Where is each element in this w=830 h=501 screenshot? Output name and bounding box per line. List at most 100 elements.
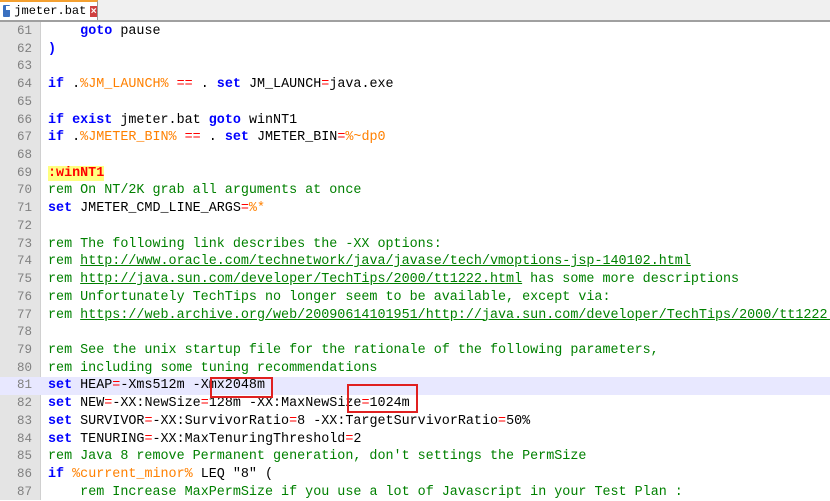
code-line[interactable]: 76 rem Unfortunately TechTips no longer s… <box>0 289 830 307</box>
line-number: 68 <box>16 148 32 163</box>
line-number: 85 <box>16 449 32 464</box>
line-code: rem The following link describes the -XX… <box>48 236 442 254</box>
code-token: winNT1 <box>240 112 298 128</box>
line-number: 66 <box>16 112 32 127</box>
code-line[interactable]: 64 if .%JM_LAUNCH% == . set JM_LAUNCH=jav… <box>0 76 830 94</box>
code-line[interactable]: 83 set SURVIVOR=-XX:SurvivorRatio=8 -XX:T… <box>0 413 830 431</box>
line-code: if .%JM_LAUNCH% == . set JM_LAUNCH=java.… <box>48 76 394 94</box>
code-token: set <box>48 413 73 429</box>
close-icon[interactable]: × <box>90 5 97 17</box>
code-line[interactable]: 63 <box>0 58 830 76</box>
code-line[interactable]: 74 rem http://www.oracle.com/technetwork/… <box>0 253 830 271</box>
code-token: = <box>200 396 209 412</box>
code-token: goto <box>208 112 241 128</box>
code-token: rem Increase MaxPermSize if you use a lo… <box>80 484 683 500</box>
line-number: 82 <box>16 396 32 411</box>
line-code: rem http://java.sun.com/developer/TechTi… <box>48 271 739 289</box>
url-link[interactable]: http://java.sun.com/developer/TechTips/2… <box>80 272 522 287</box>
line-code: goto pause <box>48 23 161 41</box>
code-token: -XX:MaxTenuringThreshold <box>152 431 346 447</box>
code-token: has some more descriptions <box>522 272 740 288</box>
line-number: 84 <box>16 431 32 446</box>
code-token: rem See the unix startup file for the ra… <box>48 342 659 358</box>
code-line[interactable]: 86 if %current_minor% LEQ "8" ( <box>0 466 830 484</box>
code-token: goto <box>80 24 113 39</box>
code-line[interactable]: 72 <box>0 218 830 236</box>
line-code: rem including some tuning recommendation… <box>48 360 377 378</box>
line-number: 71 <box>16 201 32 216</box>
code-line[interactable]: 70 rem On NT/2K grab all arguments at onc… <box>0 182 830 200</box>
code-line[interactable]: 84 set TENURING=-XX:MaxTenuringThreshold=… <box>0 431 830 449</box>
code-line[interactable]: 75 rem http://java.sun.com/developer/Tech… <box>0 271 830 289</box>
line-number: 81 <box>16 378 32 393</box>
line-code: rem Unfortunately TechTips no longer see… <box>48 289 611 307</box>
code-token: ) <box>48 41 57 57</box>
code-line[interactable]: 66 if exist jmeter.bat goto winNT1 <box>0 112 830 130</box>
code-token: if <box>48 466 65 482</box>
code-line[interactable]: 68 <box>0 147 830 165</box>
line-code: set JMETER_CMD_LINE_ARGS=%* <box>48 200 265 218</box>
code-token: if <box>48 77 65 93</box>
line-number: 69 <box>16 165 32 180</box>
line-number: 73 <box>16 236 32 251</box>
code-line[interactable]: 87 rem Increase MaxPermSize if you use a… <box>0 484 830 501</box>
code-editor[interactable]: 61 goto pause 62) 63 64 if .%JM_LAUNCH% == .… <box>0 23 830 501</box>
code-line[interactable]: 73 rem The following link describes the -… <box>0 236 830 254</box>
code-line[interactable]: 69 :winNT1 <box>0 165 830 183</box>
line-code: if .%JMETER_BIN% == . set JMETER_BIN=%~d… <box>48 129 386 147</box>
tab-label: jmeter.bat <box>14 4 87 18</box>
line-code: rem On NT/2K grab all arguments at once <box>48 182 361 200</box>
line-number: 76 <box>16 289 32 304</box>
code-token: %current_minor% <box>72 466 193 482</box>
code-token: pause <box>112 24 161 39</box>
line-code: rem Increase MaxPermSize if you use a lo… <box>48 484 683 501</box>
code-line[interactable]: 61 goto pause <box>0 23 830 41</box>
code-token: set <box>48 378 73 394</box>
line-code: set SURVIVOR=-XX:SurvivorRatio=8 -XX:Tar… <box>48 413 530 431</box>
line-code: rem http://www.oracle.com/technetwork/ja… <box>48 253 691 271</box>
code-token: %JMETER_BIN% <box>80 130 177 146</box>
line-code: if %current_minor% LEQ "8" ( <box>48 466 273 484</box>
code-token: java.exe <box>329 77 394 93</box>
line-number: 62 <box>16 41 32 56</box>
code-token: 50% <box>506 413 531 429</box>
code-token: rem Unfortunately TechTips no longer see… <box>48 289 611 305</box>
url-link[interactable]: https://web.archive.org/web/200906141019… <box>80 308 830 323</box>
code-line[interactable]: 67 if .%JMETER_BIN% == . set JMETER_BIN=%… <box>0 129 830 147</box>
line-number: 80 <box>16 360 32 375</box>
code-line[interactable]: 65 <box>0 94 830 112</box>
code-token: -XX:SurvivorRatio <box>152 413 290 429</box>
code-token: rem including some tuning recommendation… <box>48 360 378 376</box>
line-number: 77 <box>16 307 32 322</box>
line-code: :winNT1 <box>48 165 105 183</box>
code-token: jmeter.bat <box>112 112 209 128</box>
code-token: = <box>498 413 507 429</box>
tab-jmeter-bat[interactable]: jmeter.bat × <box>0 0 98 20</box>
line-number: 72 <box>16 218 32 233</box>
code-token: set <box>216 77 241 93</box>
line-number: 74 <box>16 254 32 269</box>
line-code: rem https://web.archive.org/web/20090614… <box>48 307 830 325</box>
code-token: set <box>224 130 249 146</box>
code-token: rem Java 8 remove Permanent generation, … <box>48 449 587 465</box>
code-line[interactable]: 80 rem including some tuning recommendati… <box>0 360 830 378</box>
line-number: 83 <box>16 413 32 428</box>
code-token: JMETER_CMD_LINE_ARGS <box>72 201 241 217</box>
code-line[interactable]: 85 rem Java 8 remove Permanent generation… <box>0 448 830 466</box>
code-line[interactable]: 71 set JMETER_CMD_LINE_ARGS=%* <box>0 200 830 218</box>
code-line[interactable]: 78 <box>0 324 830 342</box>
code-token: SURVIVOR <box>72 413 145 429</box>
code-token: == <box>176 77 193 93</box>
line-number: 65 <box>16 94 32 109</box>
line-number: 70 <box>16 183 32 198</box>
url-link[interactable]: http://www.oracle.com/technetwork/java/j… <box>80 254 691 269</box>
code-token: . <box>64 130 81 146</box>
code-line[interactable]: 79 rem See the unix startup file for the … <box>0 342 830 360</box>
code-token: set <box>48 431 73 447</box>
code-line[interactable]: 77 rem https://web.archive.org/web/200906… <box>0 307 830 325</box>
code-line[interactable]: 62) <box>0 41 830 59</box>
line-number: 79 <box>16 342 32 357</box>
